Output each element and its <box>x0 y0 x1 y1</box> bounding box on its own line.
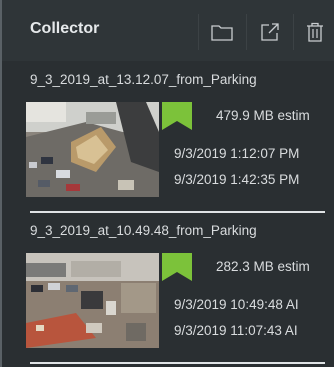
recording-item[interactable]: 9_3_2019_at_10.49.48_from_Parking 282.3 … <box>20 223 334 363</box>
flag-marker[interactable] <box>162 102 192 130</box>
recording-thumbnail[interactable] <box>26 102 159 197</box>
trash-icon <box>307 22 323 42</box>
flag-marker[interactable] <box>162 253 192 281</box>
header-separator <box>198 14 199 50</box>
recording-title: 9_3_2019_at_10.49.48_from_Parking <box>30 223 257 238</box>
end-time: 9/3/2019 11:07:43 AI <box>174 323 298 338</box>
start-time: 9/3/2019 1:12:07 PM <box>174 146 300 161</box>
header-separator <box>246 14 247 50</box>
start-time: 9/3/2019 10:49:48 AI <box>174 297 299 312</box>
panel-header: Collector <box>2 0 334 61</box>
item-divider <box>30 362 325 364</box>
recording-thumbnail[interactable] <box>26 253 159 348</box>
panel-title: Collector <box>30 20 100 37</box>
folder-icon <box>211 25 233 41</box>
item-divider <box>30 211 325 213</box>
end-time: 9/3/2019 1:42:35 PM <box>174 172 300 187</box>
header-separator <box>293 14 294 50</box>
open-folder-button[interactable] <box>207 17 237 47</box>
collector-panel: Collector 9_3_2019_at_13.12.07_from_Park… <box>0 0 334 367</box>
estimated-size: 282.3 MB estim <box>216 259 310 274</box>
export-icon <box>261 23 279 41</box>
export-button[interactable] <box>255 17 285 47</box>
bookmark-flag-icon <box>162 102 192 130</box>
recording-item[interactable]: 9_3_2019_at_13.12.07_from_Parking 479.9 … <box>20 72 334 212</box>
bookmark-flag-icon <box>162 253 192 281</box>
estimated-size: 479.9 MB estim <box>216 108 310 123</box>
delete-button[interactable] <box>300 17 330 47</box>
recording-title: 9_3_2019_at_13.12.07_from_Parking <box>30 72 257 87</box>
